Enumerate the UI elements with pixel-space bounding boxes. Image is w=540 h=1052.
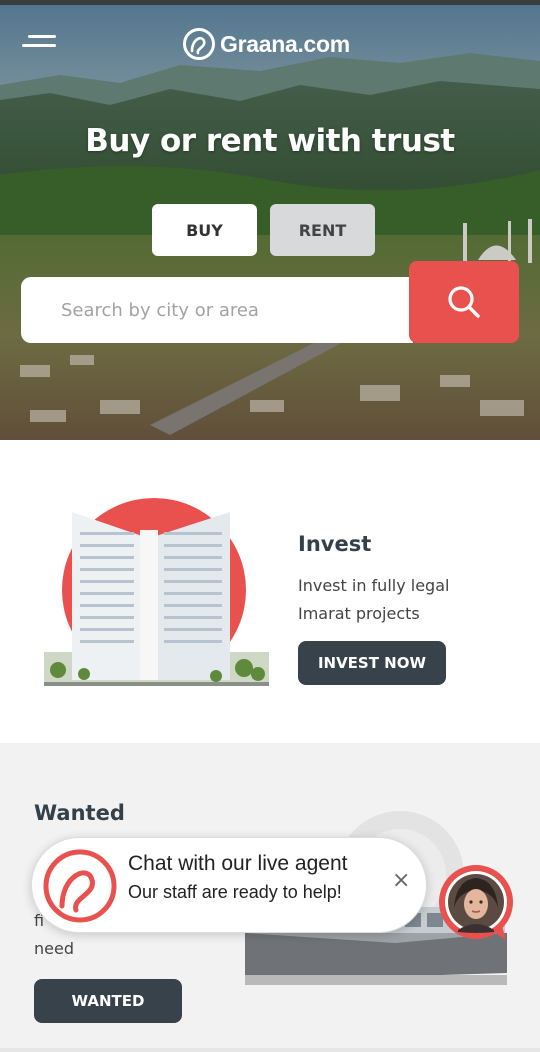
- invest-description-line: Imarat projects: [298, 604, 420, 623]
- close-icon[interactable]: ×: [392, 868, 410, 893]
- search-button[interactable]: [409, 261, 519, 343]
- invest-building-image: [44, 498, 269, 686]
- tab-buy[interactable]: BUY: [152, 204, 257, 256]
- wanted-button[interactable]: WANTED: [34, 979, 182, 1023]
- search-input[interactable]: [61, 299, 391, 321]
- graana-logo-icon: [183, 28, 215, 60]
- logo-text: Graana.com: [220, 30, 350, 57]
- graana-chat-logo-icon: [43, 849, 117, 923]
- hero-headline: Buy or rent with trust: [85, 123, 455, 159]
- invest-title: Invest: [298, 532, 372, 556]
- hamburger-menu-icon[interactable]: [22, 35, 56, 57]
- live-agent-avatar[interactable]: [436, 862, 516, 942]
- wanted-description-line: need: [34, 939, 74, 958]
- invest-description: Invest in fully legal Imarat projects: [298, 572, 518, 628]
- invest-description-line: Invest in fully legal: [298, 576, 450, 595]
- graana-logo[interactable]: Graana.com: [182, 27, 350, 61]
- tab-rent[interactable]: RENT: [270, 204, 375, 256]
- invest-now-button[interactable]: INVEST NOW: [298, 641, 446, 685]
- wanted-title: Wanted: [34, 801, 125, 825]
- page-bottom-divider: [0, 1048, 540, 1052]
- live-chat-popup[interactable]: Chat with our live agent Our staff are r…: [31, 837, 427, 933]
- chat-subtitle: Our staff are ready to help!: [128, 882, 342, 902]
- invest-section: Invest Invest in fully legal Imarat proj…: [0, 440, 540, 743]
- chat-title: Chat with our live agent: [128, 852, 348, 875]
- search-field-container[interactable]: [21, 277, 413, 343]
- hero-section: Graana.com Buy or rent with trust BUY RE…: [0, 5, 540, 440]
- search-icon: [448, 286, 480, 318]
